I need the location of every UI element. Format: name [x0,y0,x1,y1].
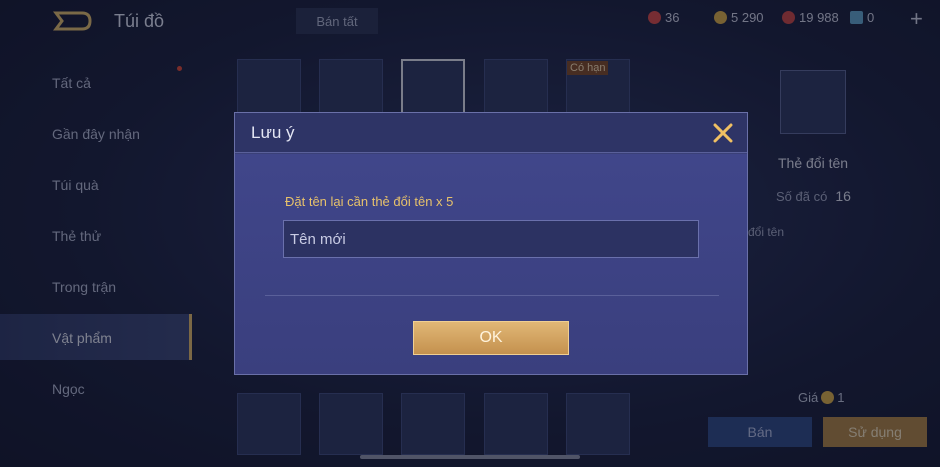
dialog-message: Đặt tên lại cần thẻ đổi tên x 5 [285,194,454,209]
dialog-title: Lưu ý [251,123,295,142]
dialog-header: Lưu ý [235,113,747,153]
ok-button[interactable]: OK [413,321,569,355]
rename-dialog: Lưu ý Đặt tên lại cần thẻ đổi tên x 5 OK [234,112,748,375]
new-name-input[interactable] [283,220,699,258]
divider [265,295,719,296]
close-icon[interactable] [709,119,737,147]
dialog-body: Đặt tên lại cần thẻ đổi tên x 5 OK [235,154,747,374]
